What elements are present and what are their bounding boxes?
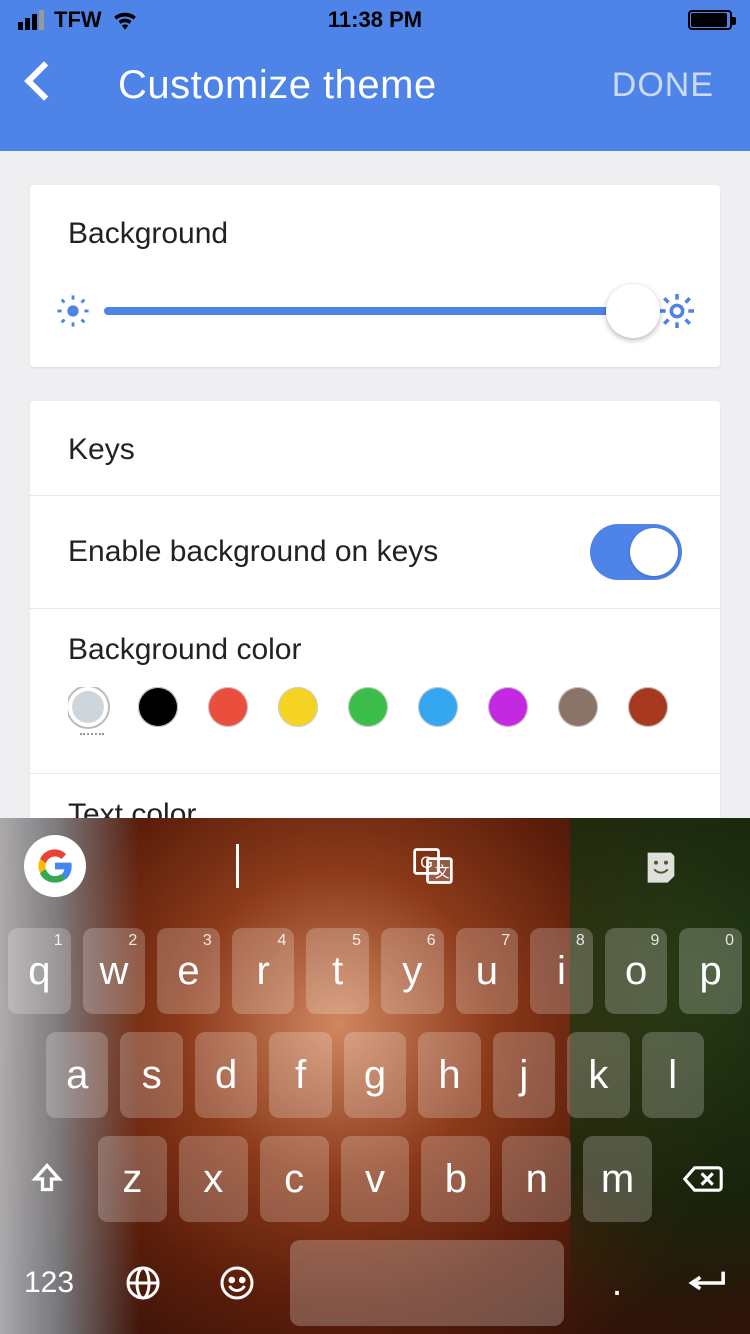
- color-swatch[interactable]: [348, 687, 388, 727]
- signal-icon: [18, 10, 44, 30]
- key-v[interactable]: v: [341, 1136, 410, 1222]
- slider-thumb[interactable]: [606, 284, 660, 338]
- key-t[interactable]: 5t: [306, 928, 369, 1014]
- brightness-slider[interactable]: [104, 293, 646, 329]
- key-r[interactable]: 4r: [232, 928, 295, 1014]
- clock: 11:38 PM: [328, 7, 422, 33]
- key-f[interactable]: f: [269, 1032, 331, 1118]
- carrier-label: TFW: [54, 7, 102, 33]
- key-q[interactable]: 1q: [8, 928, 71, 1014]
- enable-bg-label: Enable background on keys: [68, 535, 438, 569]
- color-swatch[interactable]: [558, 687, 598, 727]
- keys-card: Keys Enable background on keys Backgroun…: [30, 401, 720, 832]
- color-swatch[interactable]: [208, 687, 248, 727]
- color-swatch[interactable]: [138, 687, 178, 727]
- key-u[interactable]: 7u: [456, 928, 519, 1014]
- key-d[interactable]: d: [195, 1032, 257, 1118]
- numbers-key[interactable]: 123: [8, 1240, 90, 1326]
- emoji-key[interactable]: [196, 1240, 278, 1326]
- key-a[interactable]: a: [46, 1032, 108, 1118]
- translate-icon[interactable]: G文: [409, 842, 457, 890]
- key-g[interactable]: g: [344, 1032, 406, 1118]
- key-h[interactable]: h: [418, 1032, 480, 1118]
- key-c[interactable]: c: [260, 1136, 329, 1222]
- key-x[interactable]: x: [179, 1136, 248, 1222]
- key-w[interactable]: 2w: [83, 928, 146, 1014]
- keyboard: G文 1q2w3e4r5t6y7u8i9o0p asdfghjkl zxcvbn…: [0, 818, 750, 1334]
- back-button[interactable]: [24, 61, 64, 101]
- key-s[interactable]: s: [120, 1032, 182, 1118]
- bgcolor-label: Background color: [68, 633, 682, 667]
- color-swatch[interactable]: [628, 687, 668, 727]
- key-y[interactable]: 6y: [381, 928, 444, 1014]
- svg-text:G: G: [420, 854, 433, 872]
- svg-text:文: 文: [435, 864, 450, 881]
- keys-title: Keys: [30, 401, 720, 495]
- key-l[interactable]: l: [642, 1032, 704, 1118]
- color-swatch[interactable]: [488, 687, 528, 727]
- key-n[interactable]: n: [502, 1136, 571, 1222]
- page-title: Customize theme: [118, 63, 437, 108]
- enable-bg-switch[interactable]: [590, 524, 682, 580]
- content: Background Keys Enable background on key…: [0, 151, 750, 832]
- done-button[interactable]: DONE: [612, 66, 714, 105]
- shift-key[interactable]: [8, 1136, 86, 1222]
- period-key[interactable]: .: [576, 1240, 658, 1326]
- key-j[interactable]: j: [493, 1032, 555, 1118]
- brightness-high-icon: [660, 294, 694, 328]
- google-logo-button[interactable]: [24, 835, 86, 897]
- globe-key[interactable]: [102, 1240, 184, 1326]
- key-o[interactable]: 9o: [605, 928, 668, 1014]
- status-bar: TFW 11:38 PM: [0, 0, 750, 40]
- key-p[interactable]: 0p: [679, 928, 742, 1014]
- color-swatch[interactable]: [68, 687, 108, 727]
- color-swatch[interactable]: [278, 687, 318, 727]
- key-e[interactable]: 3e: [157, 928, 220, 1014]
- wifi-icon: [112, 10, 138, 30]
- background-card: Background: [30, 185, 720, 367]
- key-i[interactable]: 8i: [530, 928, 593, 1014]
- key-m[interactable]: m: [583, 1136, 652, 1222]
- key-z[interactable]: z: [98, 1136, 167, 1222]
- color-swatches: [68, 687, 682, 773]
- key-k[interactable]: k: [567, 1032, 629, 1118]
- enter-key[interactable]: [670, 1240, 742, 1326]
- background-title: Background: [30, 185, 720, 251]
- text-cursor: [236, 844, 239, 888]
- sticker-icon[interactable]: [637, 842, 685, 890]
- space-key[interactable]: [290, 1240, 564, 1326]
- header: Customize theme DONE: [0, 40, 750, 151]
- backspace-key[interactable]: [664, 1136, 742, 1222]
- battery-icon: [688, 10, 732, 30]
- color-swatch[interactable]: [418, 687, 458, 727]
- key-b[interactable]: b: [421, 1136, 490, 1222]
- brightness-low-icon: [56, 294, 90, 328]
